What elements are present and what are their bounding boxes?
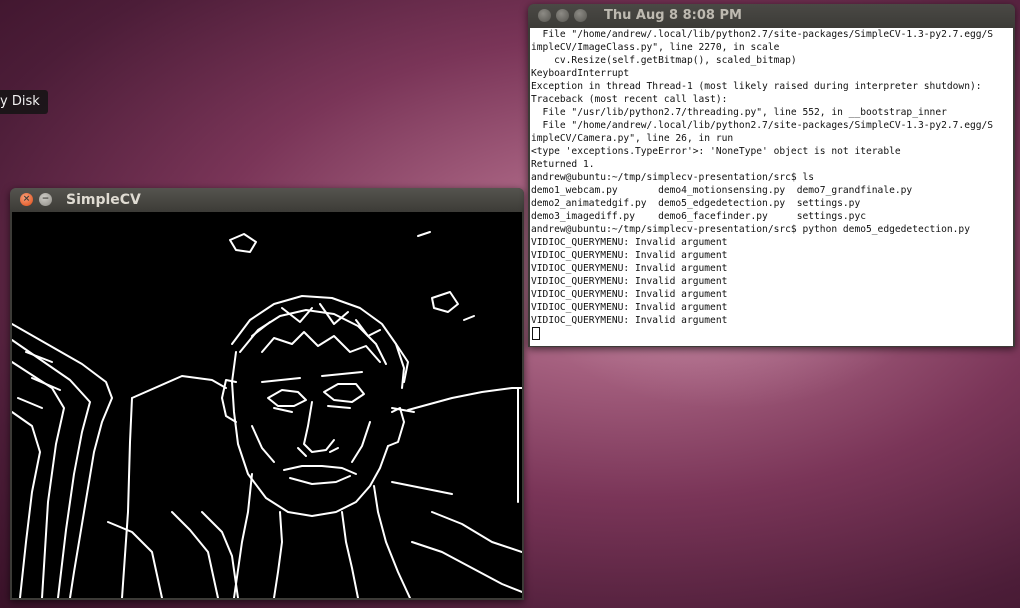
terminal-output[interactable]: File "/home/andrew/.local/lib/python2.7/… bbox=[530, 28, 1013, 346]
minimize-icon[interactable]: − bbox=[39, 193, 52, 206]
terminal-lines: File "/home/andrew/.local/lib/python2.7/… bbox=[530, 28, 1013, 340]
terminal-line: KeyboardInterrupt bbox=[531, 68, 630, 79]
terminal-line: VIDIOC_QUERYMENU: Invalid argument bbox=[531, 237, 728, 248]
terminal-line: impleCV/ImageClass.py", line 2270, in sc… bbox=[531, 42, 780, 53]
edge-detection-canvas bbox=[12, 212, 522, 598]
terminal-line: <type 'exceptions.TypeError'>: 'NoneType… bbox=[531, 146, 901, 157]
simplecv-window: × − SimpleCV bbox=[10, 188, 524, 600]
terminal-line: andrew@ubuntu:~/tmp/simplecv-presentatio… bbox=[531, 172, 815, 183]
terminal-line: impleCV/Camera.py", line 26, in run bbox=[531, 133, 734, 144]
terminal-line: Exception in thread Thread-1 (most likel… bbox=[531, 81, 982, 92]
terminal-window: Thu Aug 8 8:08 PM File "/home/andrew/.lo… bbox=[528, 4, 1015, 347]
terminal-line: Traceback (most recent call last): bbox=[531, 94, 728, 105]
terminal-line: demo3_imagediff.py demo6_facefinder.py s… bbox=[531, 211, 867, 222]
cursor-icon bbox=[532, 327, 540, 340]
terminal-titlebar[interactable]: Thu Aug 8 8:08 PM bbox=[528, 4, 1015, 28]
terminal-line: cv.Resize(self.getBitmap(), scaled_bitma… bbox=[531, 55, 797, 66]
terminal-line: File "/usr/lib/python2.7/threading.py", … bbox=[531, 107, 947, 118]
maximize-icon[interactable] bbox=[574, 9, 587, 22]
minimize-icon[interactable] bbox=[556, 9, 569, 22]
edge-image bbox=[12, 231, 522, 598]
desktop-icon-label[interactable]: y Disk bbox=[0, 90, 48, 114]
terminal-line: VIDIOC_QUERYMENU: Invalid argument bbox=[531, 315, 728, 326]
terminal-line: demo1_webcam.py demo4_motionsensing.py d… bbox=[531, 185, 913, 196]
terminal-line: File "/home/andrew/.local/lib/python2.7/… bbox=[531, 120, 994, 131]
terminal-line: VIDIOC_QUERYMENU: Invalid argument bbox=[531, 302, 728, 313]
terminal-prompt-line[interactable] bbox=[531, 327, 1013, 340]
terminal-line: File "/home/andrew/.local/lib/python2.7/… bbox=[531, 29, 994, 40]
panel-clock[interactable]: Thu Aug 8 8:08 PM bbox=[604, 8, 742, 23]
terminal-line: VIDIOC_QUERYMENU: Invalid argument bbox=[531, 276, 728, 287]
close-icon[interactable] bbox=[538, 9, 551, 22]
close-icon[interactable]: × bbox=[20, 193, 33, 206]
terminal-line: VIDIOC_QUERYMENU: Invalid argument bbox=[531, 250, 728, 261]
terminal-line: VIDIOC_QUERYMENU: Invalid argument bbox=[531, 289, 728, 300]
simplecv-titlebar[interactable]: × − SimpleCV bbox=[10, 188, 524, 212]
terminal-line: VIDIOC_QUERYMENU: Invalid argument bbox=[531, 263, 728, 274]
terminal-line: andrew@ubuntu:~/tmp/simplecv-presentatio… bbox=[531, 224, 970, 235]
terminal-line: demo2_animatedgif.py demo5_edgedetection… bbox=[531, 198, 861, 209]
window-title: SimpleCV bbox=[66, 192, 141, 208]
terminal-line: Returned 1. bbox=[531, 159, 595, 170]
